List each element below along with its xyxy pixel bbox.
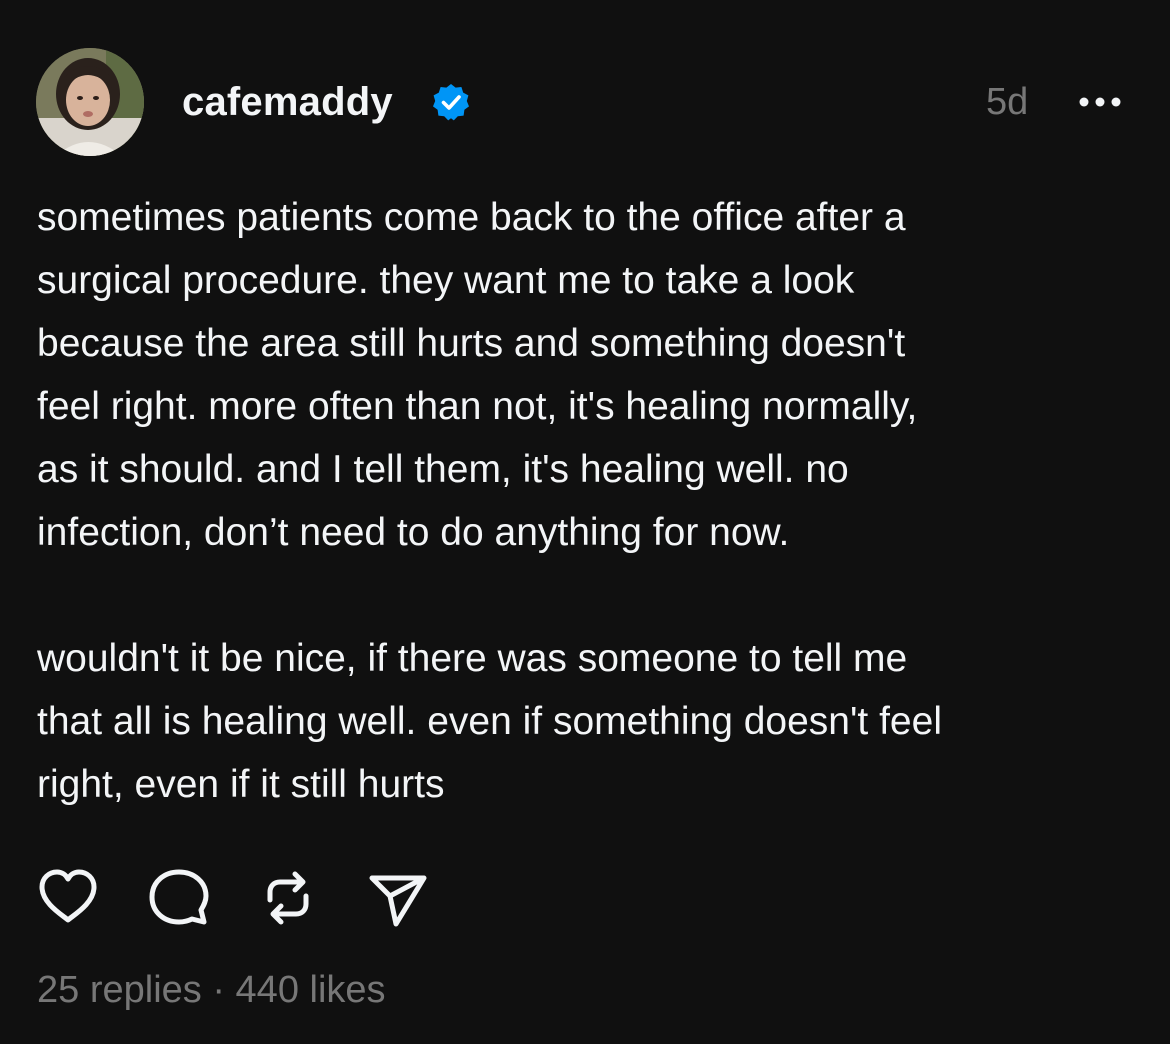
username[interactable]: cafemaddy: [182, 76, 393, 128]
comment-icon[interactable]: [146, 866, 210, 930]
thread-post: cafemaddy 5d sometimes patients come bac…: [0, 0, 1170, 1044]
post-body-text: sometimes patients come back to the offi…: [37, 196, 942, 806]
more-options-icon[interactable]: [1076, 86, 1124, 118]
stats-separator: ·: [212, 969, 225, 1011]
post-timestamp: 5d: [986, 81, 1029, 123]
likes-count[interactable]: 440 likes: [236, 969, 386, 1011]
post-stats: 25 replies · 440 likes: [37, 962, 386, 1018]
replies-count[interactable]: 25 replies: [37, 969, 202, 1011]
heart-icon[interactable]: [36, 866, 100, 930]
repost-icon[interactable]: [256, 866, 320, 930]
verified-badge-icon: [433, 84, 469, 121]
avatar-photo: [36, 48, 144, 156]
avatar[interactable]: [36, 48, 144, 156]
send-icon[interactable]: [366, 866, 430, 930]
